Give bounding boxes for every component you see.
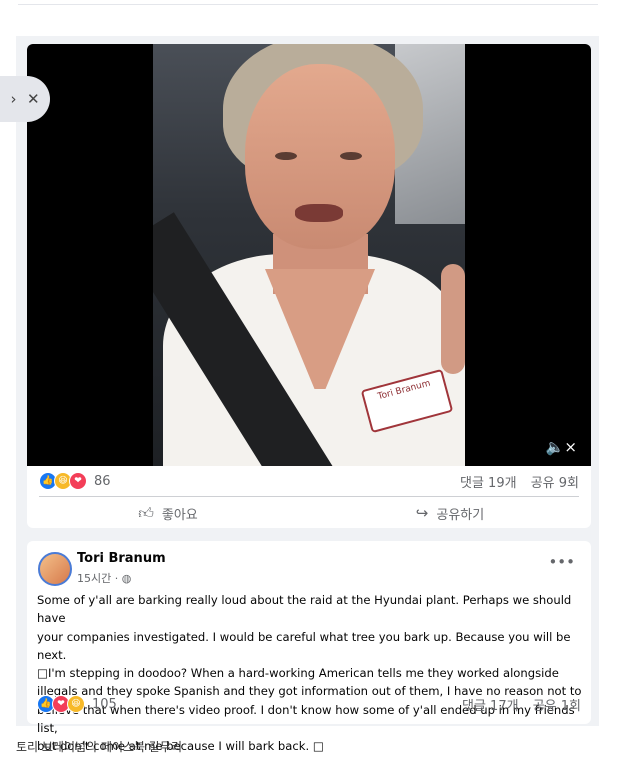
- face: [245, 64, 395, 249]
- image-caption: 토리 브레이넘의 페이스북 갈무리: [16, 740, 183, 754]
- mute-icon[interactable]: 🔈×: [546, 438, 577, 456]
- share-button[interactable]: ↪ 공유하기: [309, 498, 591, 528]
- mouth: [295, 204, 343, 222]
- post-meta: 15시간 · ◍: [77, 570, 131, 586]
- side-controls: › ✕: [0, 76, 50, 122]
- text-post-card: Tori Branum 15시간 · ◍ ••• Some of y'all a…: [27, 541, 591, 753]
- comment-count[interactable]: 댓글 17개: [462, 699, 519, 714]
- share-count[interactable]: 공유 1회: [533, 699, 581, 714]
- video-player[interactable]: Tori Branum 🔈×: [27, 44, 591, 466]
- reaction-count[interactable]: 86: [94, 474, 111, 489]
- love-reaction-icon: ❤: [69, 472, 87, 490]
- video-frame: Tori Branum: [153, 44, 465, 466]
- avatar[interactable]: [38, 552, 72, 586]
- post-actions: 👍︎ 좋아요 ↪ 공유하기: [27, 498, 591, 528]
- haha-reaction-icon: 😆: [67, 695, 85, 713]
- globe-icon: ◍: [121, 572, 132, 585]
- author-name[interactable]: Tori Branum: [77, 551, 166, 566]
- post-time[interactable]: 15시간 ·: [77, 572, 122, 585]
- reaction-bar-2: 👍 ❤ 😆 105 댓글 17개 공유 1회: [37, 694, 581, 714]
- left-eye: [275, 152, 297, 160]
- share-count[interactable]: 공유 9회: [531, 476, 579, 491]
- more-icon[interactable]: •••: [548, 553, 575, 571]
- chevron-right-icon[interactable]: ›: [10, 90, 16, 108]
- action-divider: [39, 496, 579, 497]
- like-button[interactable]: 👍︎ 좋아요: [27, 498, 309, 528]
- top-divider: [18, 4, 598, 5]
- reaction-count[interactable]: 105: [92, 697, 117, 712]
- hand: [441, 264, 465, 374]
- right-eye: [340, 152, 362, 160]
- comment-count[interactable]: 댓글 19개: [460, 476, 517, 491]
- video-post-card: Tori Branum 🔈× 👍 😆 ❤ 86 댓글 19개 공유 9회 👍︎ …: [27, 44, 591, 528]
- post-body: Some of y'all are barking really loud ab…: [37, 593, 582, 754]
- like-icon: 👍︎: [138, 503, 154, 522]
- reaction-bar: 👍 😆 ❤ 86 댓글 19개 공유 9회: [39, 466, 579, 496]
- close-icon[interactable]: ✕: [27, 90, 40, 108]
- share-icon: ↪: [415, 504, 429, 522]
